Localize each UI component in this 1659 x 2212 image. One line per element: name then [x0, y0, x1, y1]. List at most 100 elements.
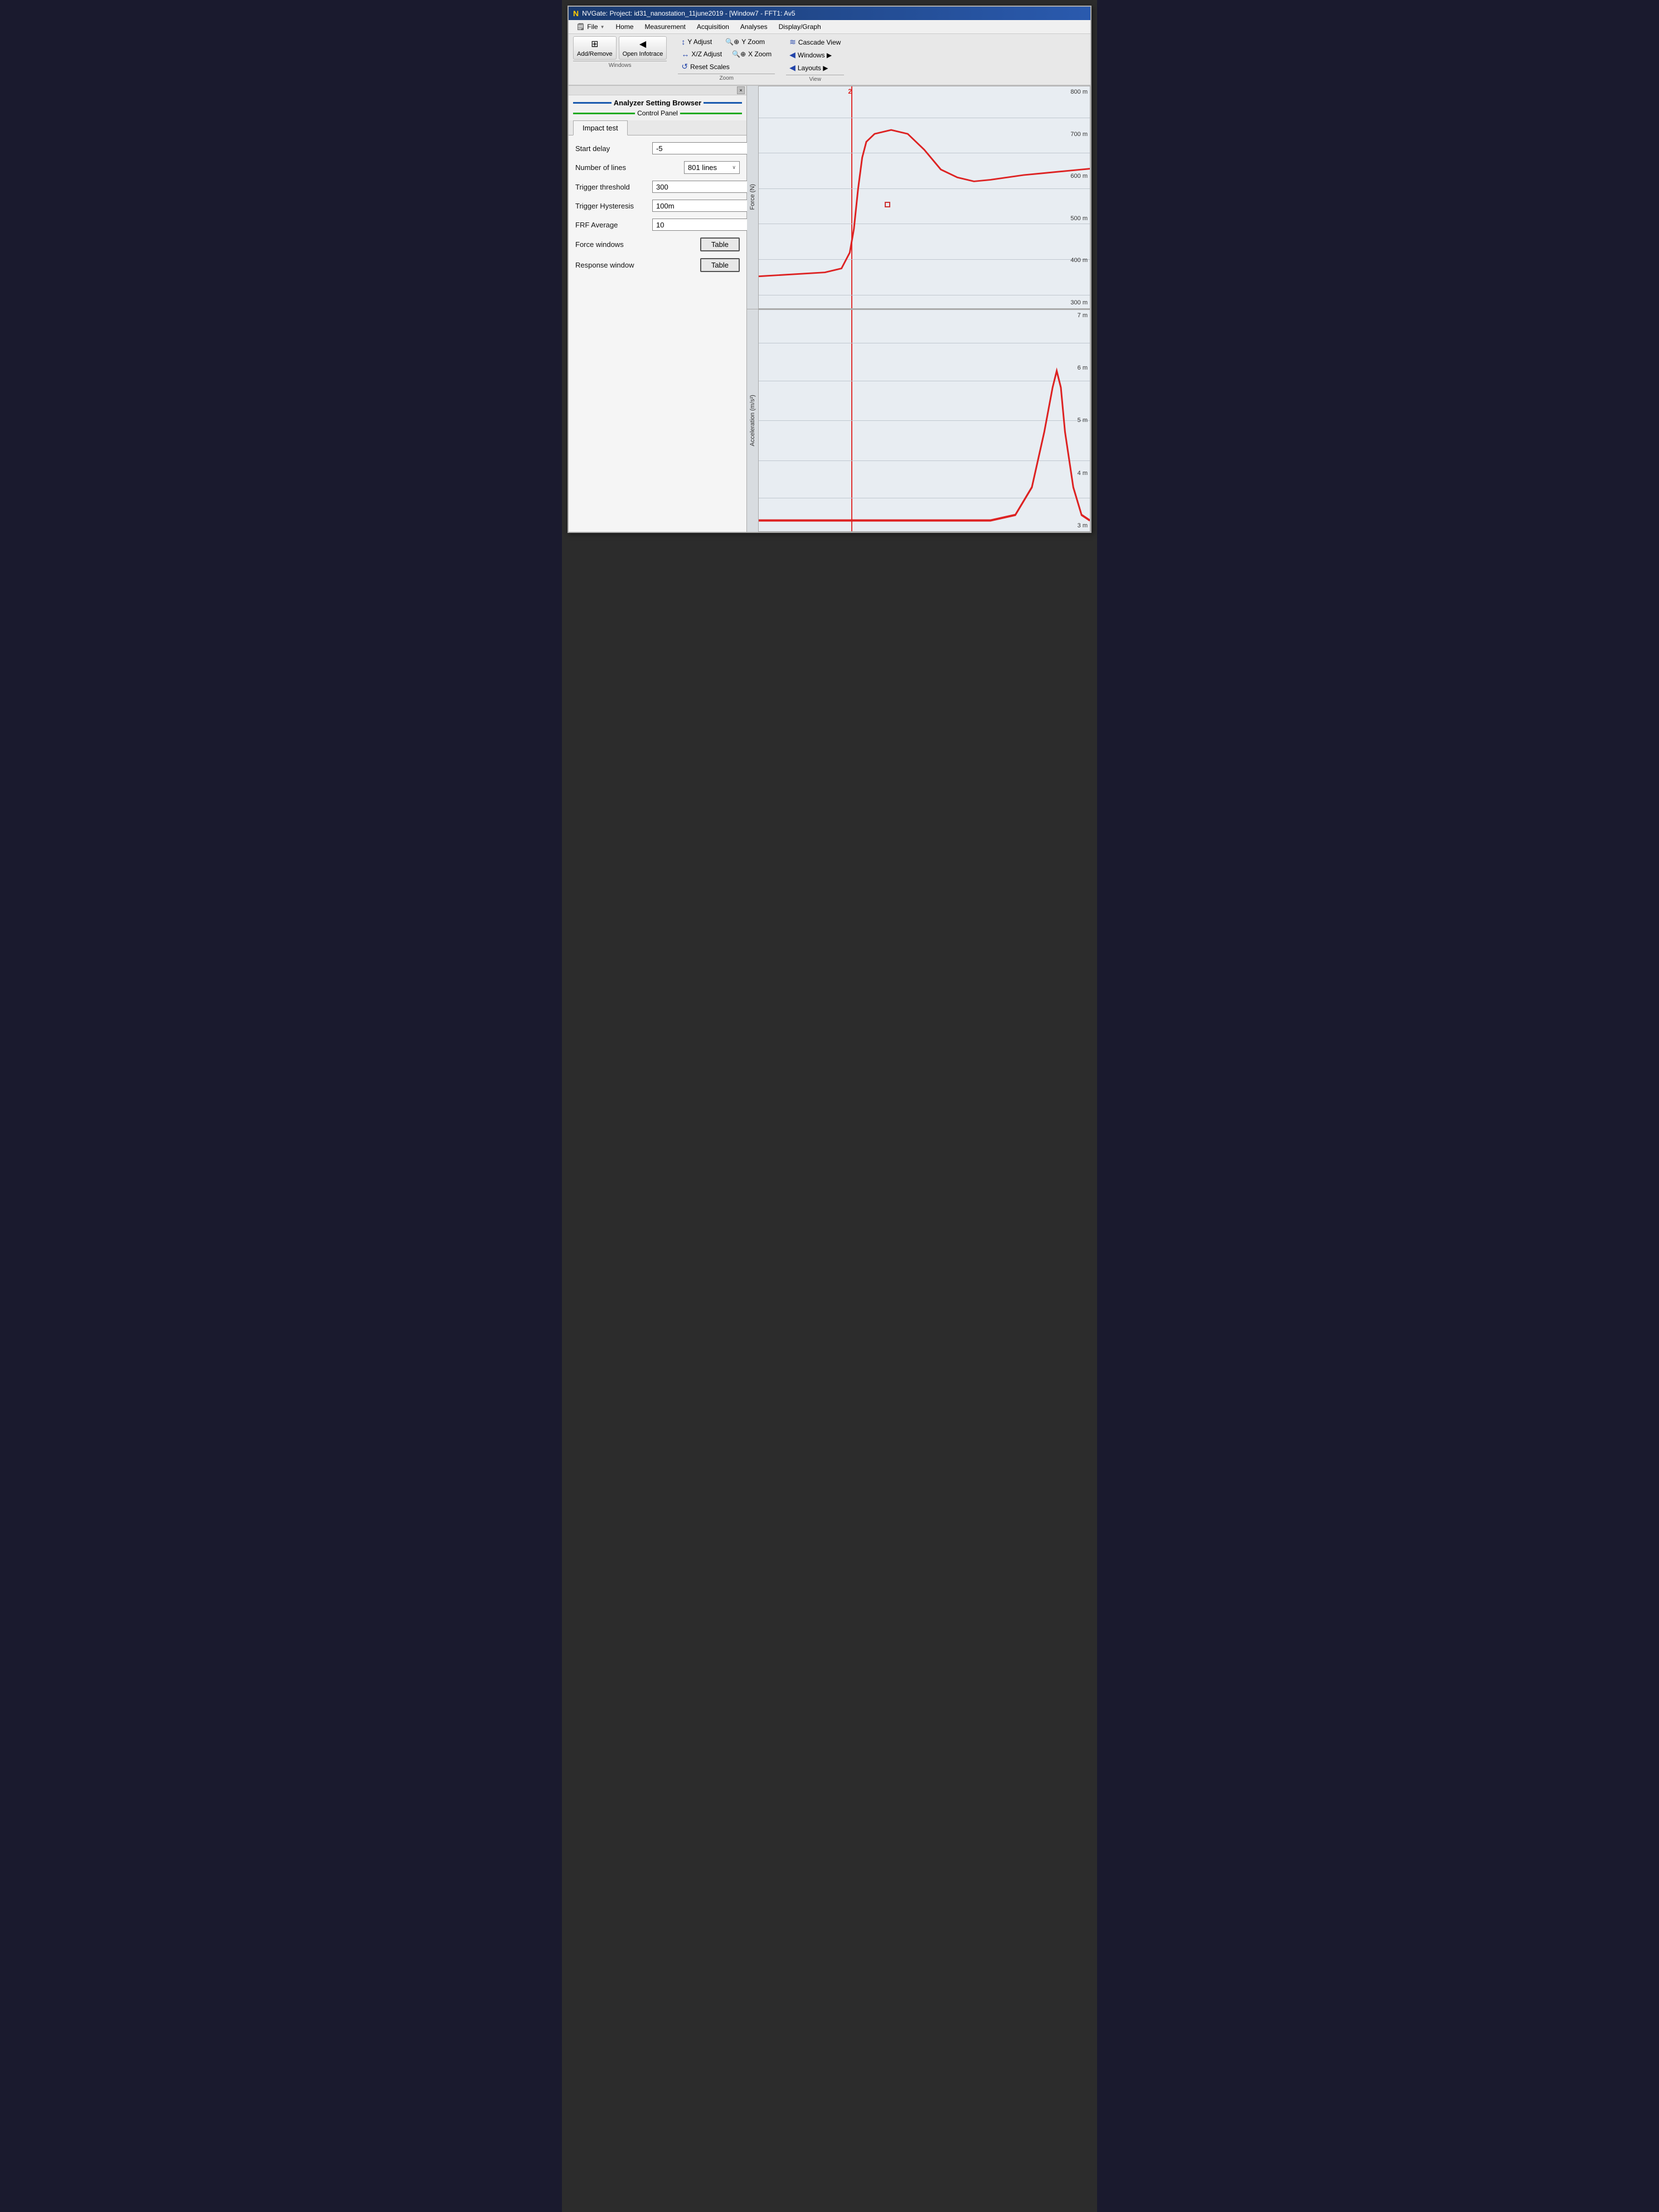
num-lines-row: Number of lines 801 lines ∨ — [575, 161, 740, 174]
window-title: NVGate: Project: id31_nanostation_11june… — [582, 9, 795, 17]
analyzer-left-line — [573, 102, 612, 104]
force-windows-table-button[interactable]: Table — [700, 237, 740, 251]
force-windows-row: Force windows Table — [575, 237, 740, 251]
force-windows-label: Force windows — [575, 240, 696, 249]
ribbon-windows-label: Windows — [573, 61, 667, 69]
layouts-button[interactable]: ◀ Layouts ▶ — [786, 62, 844, 74]
trigger-hysteresis-input[interactable] — [653, 200, 758, 211]
tab-impact-test[interactable]: Impact test — [573, 120, 628, 135]
layouts-label: Layouts ▶ — [798, 64, 828, 72]
tick-4m: 4 m — [1064, 470, 1088, 477]
y-adjust-label: Y Adjust — [687, 38, 712, 46]
y-adjust-button[interactable]: ↕ Y Adjust 🔍⊕ Y Zoom — [678, 36, 775, 47]
menu-home[interactable]: Home — [610, 21, 639, 32]
file-icon: 🗒 — [576, 23, 585, 31]
cp-title-text: Control Panel — [637, 109, 678, 117]
tick-3m: 3 m — [1064, 522, 1088, 529]
acceleration-chart-canvas[interactable]: 7 m 6 m 5 m 4 m 3 m — [758, 309, 1090, 532]
view-actions: ≋ Cascade View ◀ Windows ▶ ◀ Layouts ▶ — [786, 36, 844, 74]
cascade-view-button[interactable]: ≋ Cascade View — [786, 36, 844, 48]
acceleration-curve — [759, 310, 1090, 532]
tick-800m: 800 m — [1064, 89, 1088, 95]
x-zoom-label: X Zoom — [748, 50, 772, 58]
add-remove-button[interactable]: ⊞ Add/Remove — [573, 36, 617, 60]
left-panel: × Analyzer Setting Browser Control Panel — [569, 86, 747, 532]
title-bar: N NVGate: Project: id31_nanostation_11ju… — [569, 7, 1090, 20]
frf-average-input[interactable] — [653, 219, 758, 230]
y-zoom-icon: 🔍⊕ — [725, 38, 739, 46]
force-chart-canvas[interactable]: 800 m 700 m 600 m 500 m 400 m 300 m 2 — [758, 86, 1090, 309]
num-lines-label: Number of lines — [575, 163, 680, 172]
menu-measurement[interactable]: Measurement — [639, 21, 691, 32]
layouts-icon: ◀ — [789, 63, 795, 72]
ribbon-windows-buttons: ⊞ Add/Remove ◀ Open Infotrace — [573, 36, 667, 60]
cascade-view-label: Cascade View — [798, 38, 841, 46]
frf-average-label: FRF Average — [575, 221, 648, 229]
reset-scales-button[interactable]: ↺ Reset Scales — [678, 61, 775, 72]
xz-adjust-label: X/Z Adjust — [691, 50, 722, 58]
analyzer-title-bar: Analyzer Setting Browser — [573, 98, 742, 108]
windows-button[interactable]: ◀ Windows ▶ — [786, 49, 844, 61]
menu-acquisition[interactable]: Acquisition — [691, 21, 735, 32]
accel-y-axis: 7 m 6 m 5 m 4 m 3 m — [1062, 310, 1090, 532]
control-panel-bar: Control Panel — [573, 108, 742, 118]
ribbon-group-windows: ⊞ Add/Remove ◀ Open Infotrace Windows — [573, 36, 667, 83]
start-delay-row: Start delay ▲ ▼ % — [575, 142, 740, 154]
force-chart-container: Force (N) — [747, 86, 1090, 309]
y-zoom-label: Y Zoom — [741, 38, 765, 46]
response-window-table-button[interactable]: Table — [700, 258, 740, 272]
main-area: × Analyzer Setting Browser Control Panel — [569, 86, 1090, 532]
cp-right-line — [680, 113, 742, 114]
num-lines-value: 801 lines — [688, 163, 717, 172]
xz-adjust-icon: ↔ — [681, 50, 689, 59]
num-lines-select[interactable]: 801 lines ∨ — [684, 161, 740, 174]
xz-adjust-button[interactable]: ↔ X/Z Adjust 🔍⊕ X Zoom — [678, 48, 775, 60]
open-infotrace-label: Open Infotrace — [623, 51, 663, 57]
add-remove-icon: ⊞ — [591, 38, 598, 50]
analyzer-right-line — [704, 102, 742, 104]
panel-close-button[interactable]: × — [737, 86, 745, 94]
trigger-hysteresis-row: Trigger Hysteresis ▲ ▼ N — [575, 200, 740, 212]
analyzer-header: Analyzer Setting Browser Control Panel — [569, 95, 746, 120]
tab-bar: Impact test — [569, 120, 746, 135]
cascade-view-icon: ≋ — [789, 37, 796, 47]
tick-7m: 7 m — [1064, 312, 1088, 319]
num-lines-arrow: ∨ — [732, 164, 736, 171]
menu-file[interactable]: 🗒 File ▼ — [571, 21, 610, 32]
close-icon: × — [739, 88, 742, 93]
trigger-threshold-label: Trigger threshold — [575, 183, 648, 191]
reset-scales-label: Reset Scales — [690, 63, 730, 71]
acceleration-y-label: Acceleration (m/s²) — [747, 309, 758, 532]
ribbon-group-zoom: ↕ Y Adjust 🔍⊕ Y Zoom ↔ X/Z Adjust 🔍⊕ X Z… — [678, 36, 775, 83]
menu-display-graph[interactable]: Display/Graph — [773, 21, 827, 32]
force-windows-control: Table — [700, 237, 740, 251]
chart-area: Force (N) — [747, 86, 1090, 532]
windows-nav-icon: ◀ — [789, 50, 795, 60]
tick-700m: 700 m — [1064, 131, 1088, 138]
analyzer-title-text: Analyzer Setting Browser — [614, 99, 702, 107]
force-y-label: Force (N) — [747, 86, 758, 309]
file-dropdown-arrow: ▼ — [600, 25, 605, 30]
tick-300m: 300 m — [1064, 299, 1088, 306]
ribbon-group-view: ≋ Cascade View ◀ Windows ▶ ◀ Layouts ▶ V… — [786, 36, 844, 83]
trigger-threshold-input[interactable] — [653, 181, 758, 192]
windows-nav-label: Windows ▶ — [798, 51, 832, 59]
tab-impact-test-label: Impact test — [583, 124, 618, 132]
screen-background: N NVGate: Project: id31_nanostation_11ju… — [562, 0, 1097, 2212]
start-delay-label: Start delay — [575, 144, 648, 153]
force-y-axis: 800 m 700 m 600 m 500 m 400 m 300 m — [1062, 86, 1090, 308]
open-infotrace-icon: ◀ — [639, 38, 646, 50]
tick-600m: 600 m — [1064, 173, 1088, 180]
main-window: N NVGate: Project: id31_nanostation_11ju… — [567, 6, 1092, 533]
response-window-label: Response window — [575, 261, 696, 269]
form-body: Start delay ▲ ▼ % — [569, 135, 746, 285]
menu-bar: 🗒 File ▼ Home Measurement Acquisition An… — [569, 20, 1090, 34]
menu-analyses[interactable]: Analyses — [735, 21, 773, 32]
tick-500m: 500 m — [1064, 215, 1088, 222]
ribbon-view-label: View — [786, 75, 844, 83]
open-infotrace-button[interactable]: ◀ Open Infotrace — [619, 36, 667, 60]
tick-5m: 5 m — [1064, 417, 1088, 424]
start-delay-input[interactable] — [653, 143, 758, 154]
response-window-control: Table — [700, 258, 740, 272]
app-logo: N — [573, 9, 579, 18]
